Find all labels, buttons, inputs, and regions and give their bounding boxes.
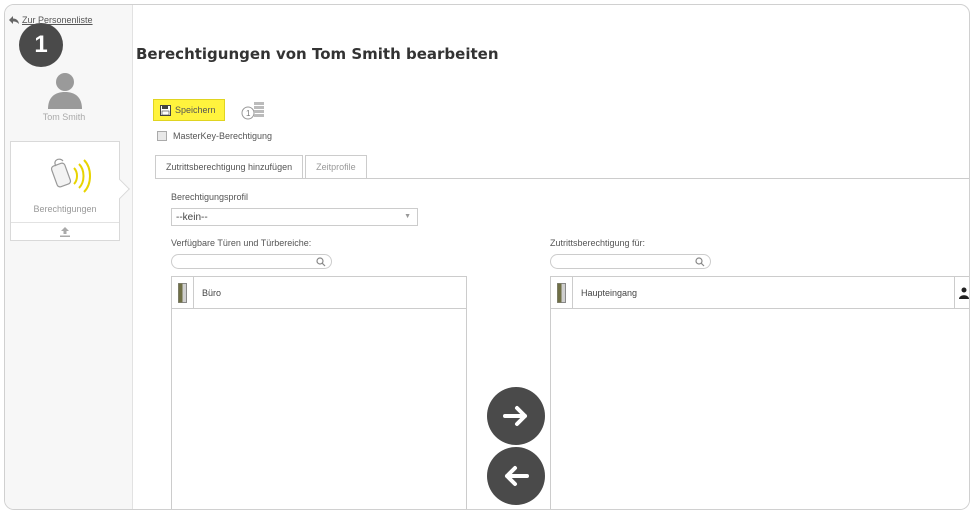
list-item-label: Büro <box>202 287 222 298</box>
add-to-assigned-button[interactable] <box>487 387 545 445</box>
assigned-doors-list: Haupteingang <box>550 276 969 509</box>
save-button-label: Speichern <box>175 105 216 115</box>
chevron-down-icon: ▼ <box>404 213 411 220</box>
masterkey-label: MasterKey-Berechtigung <box>173 131 273 141</box>
list-item[interactable]: Büro <box>172 277 466 309</box>
tab-zutrittsberechtigung[interactable]: Zutrittsberechtigung hinzufügen <box>155 155 304 179</box>
page-title: Berechtigungen von Tom Smith bearbeiten <box>136 45 499 63</box>
arrow-left-icon <box>505 466 529 486</box>
profile-selected-value: --kein-- <box>176 211 208 223</box>
active-caret <box>110 179 130 199</box>
back-arrow-icon <box>9 16 19 24</box>
person-cell[interactable] <box>954 277 969 308</box>
divider <box>11 222 119 223</box>
step-number-badge: 1 <box>19 23 63 67</box>
masterkey-checkbox[interactable] <box>157 131 167 141</box>
stack-hint-icon[interactable]: 1 <box>241 99 267 121</box>
masterkey-row: MasterKey-Berechtigung <box>157 131 272 141</box>
tab-bar: Zutrittsberechtigung hinzufügen Zeitprof… <box>155 155 369 179</box>
available-label: Verfügbare Türen und Türbereiche: <box>171 238 312 248</box>
sidebar-item-berechtigungen[interactable]: Berechtigungen <box>10 141 130 241</box>
sidebar-item-label: Berechtigungen <box>33 204 97 214</box>
assigned-search-input[interactable] <box>550 254 711 269</box>
arrow-right-icon <box>503 406 527 426</box>
person-icon <box>958 287 969 299</box>
back-to-person-list-link[interactable]: Zur Personenliste <box>9 15 93 25</box>
list-item[interactable]: Haupteingang <box>551 277 969 309</box>
list-item-label: Haupteingang <box>581 287 638 298</box>
available-doors-list: Büro <box>171 276 467 509</box>
available-search-input[interactable] <box>171 254 332 269</box>
svg-text:1: 1 <box>246 109 251 118</box>
upload-icon[interactable] <box>59 226 71 238</box>
profile-select[interactable]: --kein-- ▼ <box>171 208 418 226</box>
assigned-label: Zutrittsberechtigung für: <box>550 238 646 248</box>
save-icon <box>160 104 171 116</box>
access-key-icon <box>50 158 91 193</box>
tab-zeitprofile[interactable]: Zeitprofile <box>305 155 367 179</box>
tab-underline <box>155 178 969 179</box>
app-window: Zur Personenliste Tom Smith Berechtigung… <box>4 4 970 510</box>
profile-label: Berechtigungsprofil <box>171 192 249 202</box>
search-icon <box>316 257 326 267</box>
left-sidebar: Zur Personenliste Tom Smith Berechtigung… <box>5 5 133 509</box>
user-avatar-icon <box>48 73 82 109</box>
door-icon <box>178 282 187 303</box>
save-button[interactable]: Speichern <box>153 99 225 121</box>
door-icon <box>557 282 566 303</box>
person-name: Tom Smith <box>42 112 86 122</box>
remove-from-assigned-button[interactable] <box>487 447 545 505</box>
search-icon <box>695 257 705 267</box>
